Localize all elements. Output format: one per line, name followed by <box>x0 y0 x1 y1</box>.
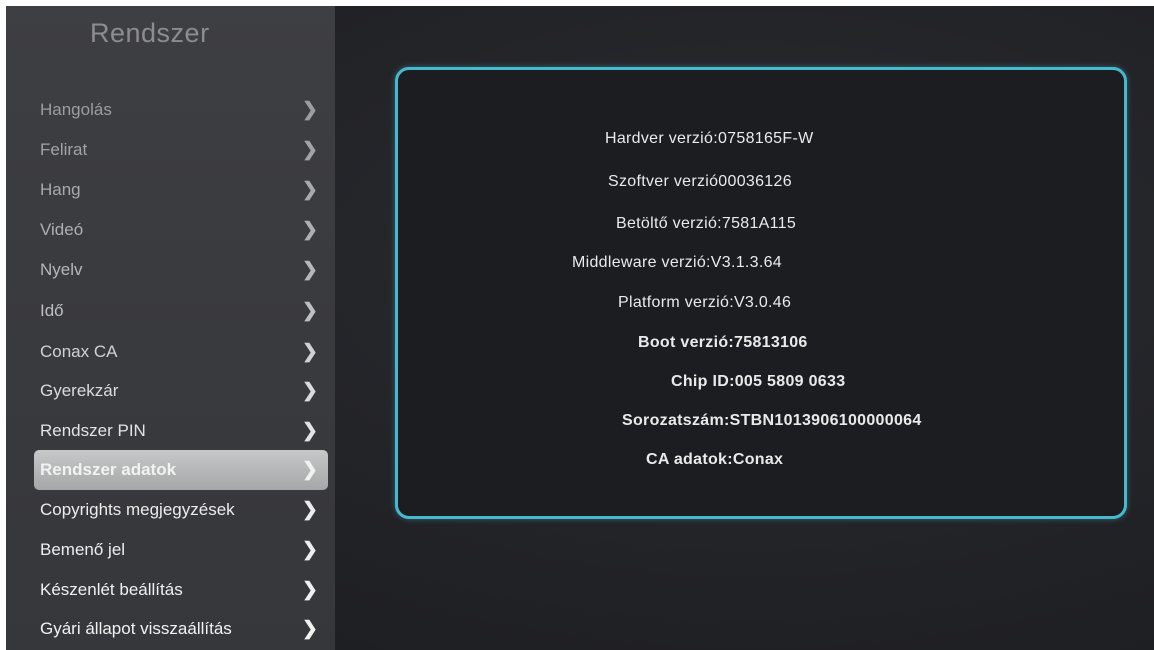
menu-item-hangolas[interactable]: Hangolás ❯ <box>34 90 328 130</box>
chevron-right-icon: ❯ <box>302 420 318 442</box>
chevron-right-icon: ❯ <box>302 179 318 201</box>
menu-item-label: Nyelv <box>40 260 83 279</box>
chevron-right-icon: ❯ <box>302 539 318 561</box>
menu-item-label: Videó <box>40 220 84 239</box>
menu-item-rendszer-adatok[interactable]: Rendszer adatok ❯ <box>34 450 328 490</box>
menu-item-label: Felirat <box>40 140 88 159</box>
chip-id: Chip ID:005 5809 0633 <box>671 373 846 390</box>
chevron-right-icon: ❯ <box>302 139 318 161</box>
serial-number: Sorozatszám:STBN1013906100000064 <box>622 412 922 429</box>
menu-item-label: Conax CA <box>40 342 118 361</box>
system-info-panel: Hardver verzió:0758165F-W Szoftver verzi… <box>395 67 1127 519</box>
chevron-right-icon: ❯ <box>302 341 318 363</box>
chevron-right-icon: ❯ <box>302 579 318 601</box>
menu-item-nyelv[interactable]: Nyelv ❯ <box>34 250 328 290</box>
menu-item-label: Idő <box>40 301 64 320</box>
menu-item-hang[interactable]: Hang ❯ <box>34 170 328 210</box>
menu-item-gyerekzar[interactable]: Gyerekzár ❯ <box>34 371 328 411</box>
menu-item-gyari-allapot[interactable]: Gyári állapot visszaállítás ❯ <box>34 609 328 649</box>
chevron-right-icon: ❯ <box>302 259 318 281</box>
menu-item-label: Bemenő jel <box>40 540 126 559</box>
loader-version: Betöltő verzió:7581A115 <box>616 215 797 232</box>
menu-item-keszenlet[interactable]: Készenlét beállítás ❯ <box>34 570 328 610</box>
chevron-right-icon: ❯ <box>302 219 318 241</box>
menu-item-label: Gyári állapot visszaállítás <box>40 619 232 638</box>
menu-item-copyrights[interactable]: Copyrights megjegyzések ❯ <box>34 490 328 530</box>
hardware-version: Hardver verzió:0758165F-W <box>605 130 814 147</box>
tv-screen: Rendszer Hangolás ❯ Felirat ❯ Hang ❯ Vid… <box>6 6 1154 650</box>
chevron-right-icon: ❯ <box>302 499 318 521</box>
platform-version: Platform verzió:V3.0.46 <box>618 294 792 311</box>
chevron-right-icon: ❯ <box>302 380 318 402</box>
menu-item-video[interactable]: Videó ❯ <box>34 210 328 250</box>
menu-item-label: Rendszer PIN <box>40 421 146 440</box>
menu-item-rendszer-pin[interactable]: Rendszer PIN ❯ <box>34 411 328 451</box>
menu-item-conax-ca[interactable]: Conax CA ❯ <box>34 332 328 372</box>
menu-item-label: Gyerekzár <box>40 381 119 400</box>
menu-item-label: Rendszer adatok <box>40 460 177 479</box>
middleware-version: Middleware verzió:V3.1.3.64 <box>572 254 782 271</box>
boot-version: Boot verzió:75813106 <box>638 334 808 351</box>
sidebar-menu: Rendszer Hangolás ❯ Felirat ❯ Hang ❯ Vid… <box>6 6 335 650</box>
chevron-right-icon: ❯ <box>302 99 318 121</box>
menu-item-ido[interactable]: Idő ❯ <box>34 291 328 331</box>
menu-item-label: Copyrights megjegyzések <box>40 500 235 519</box>
chevron-right-icon: ❯ <box>302 459 318 481</box>
menu-item-label: Készenlét beállítás <box>40 580 183 599</box>
software-version: Szoftver verzió00036126 <box>608 173 792 190</box>
chevron-right-icon: ❯ <box>302 618 318 640</box>
ca-data: CA adatok:Conax <box>646 451 784 468</box>
page-title: Rendszer <box>90 18 210 48</box>
menu-item-label: Hangolás <box>40 100 112 119</box>
menu-item-label: Hang <box>40 180 81 199</box>
chevron-right-icon: ❯ <box>302 300 318 322</box>
menu-item-felirat[interactable]: Felirat ❯ <box>34 130 328 170</box>
menu-item-bemeno-jel[interactable]: Bemenő jel ❯ <box>34 530 328 570</box>
